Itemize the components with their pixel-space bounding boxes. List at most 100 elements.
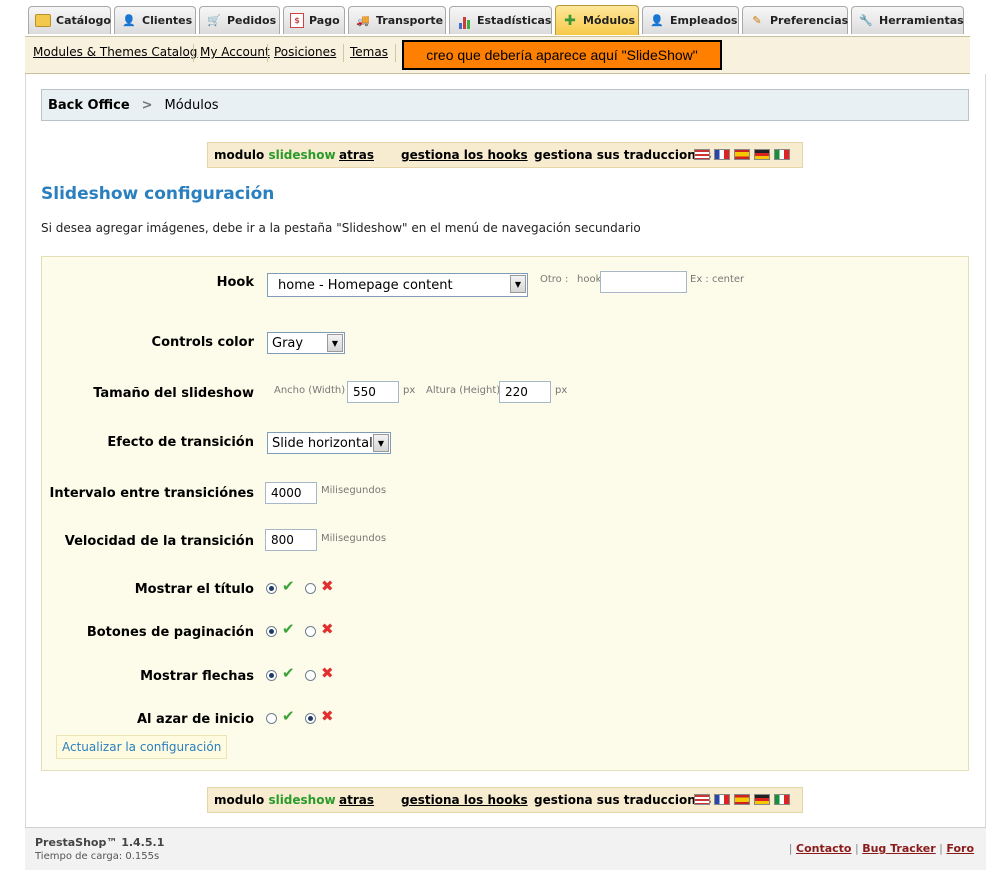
puzzle-icon: ✚	[564, 12, 576, 29]
cross-icon: ✖	[321, 620, 334, 638]
tab-pago[interactable]: $ Pago	[283, 6, 345, 34]
random-yes-radio[interactable]	[266, 713, 277, 724]
tab-label: Empleados	[670, 14, 738, 27]
pagination-label: Botones de paginación	[86, 625, 254, 640]
tab-herramientas[interactable]: 🔧 Herramientas	[851, 6, 964, 34]
manage-hooks-link[interactable]: gestiona los hooks	[401, 793, 528, 807]
height-input[interactable]: 220	[499, 381, 551, 403]
interval-input[interactable]: 4000	[265, 482, 317, 504]
arrows-no-radio[interactable]	[305, 670, 316, 681]
tab-pedidos[interactable]: 🛒 Pedidos	[199, 6, 280, 34]
flag-de-icon[interactable]	[754, 149, 770, 160]
user-icon: 👤	[122, 14, 136, 27]
tab-estadisticas[interactable]: Estadísticas	[449, 6, 552, 34]
width-input[interactable]: 550	[347, 381, 399, 403]
chevron-down-icon: ▼	[327, 334, 343, 352]
width-label: Ancho (Width)	[274, 385, 346, 396]
controls-color-select[interactable]: Gray ▼	[267, 332, 345, 354]
show-title-label: Mostrar el título	[134, 582, 254, 597]
bug-tracker-link[interactable]: Bug Tracker	[862, 842, 936, 855]
flag-us-icon[interactable]	[694, 149, 710, 160]
tab-empleados[interactable]: 👤 Empleados	[642, 6, 739, 34]
main-tab-bar: Catálogo 👤 Clientes 🛒 Pedidos $ Pago 🚚 T…	[0, 0, 1004, 36]
manage-translations-label: gestiona sus traducciones	[534, 793, 712, 807]
back-link[interactable]: atras	[339, 793, 374, 807]
subnav-divider	[193, 44, 194, 62]
show-title-no-radio[interactable]	[305, 583, 316, 594]
sub-navigation: Modules & Themes Catalog My Account Posi…	[25, 36, 970, 74]
toolbar-module-prefix: modulo	[214, 148, 265, 162]
controls-color-label: Controls color	[151, 335, 254, 350]
chevron-down-icon: ▼	[373, 434, 389, 452]
arrows-yes-radio[interactable]	[266, 670, 277, 681]
flag-it-icon[interactable]	[774, 149, 790, 160]
toolbar-module-name: slideshow	[268, 793, 336, 807]
speed-unit: Milisegundos	[321, 533, 387, 544]
tab-clientes[interactable]: 👤 Clientes	[114, 6, 196, 34]
interval-label: Intervalo entre transiciónes	[49, 486, 254, 501]
slideshow-size-label: Tamaño del slideshow	[93, 386, 254, 401]
tab-preferencias[interactable]: ✎ Preferencias	[742, 6, 848, 34]
configuration-form: Hook home - Homepage content ▼ Otro : ho…	[41, 256, 969, 771]
folder-icon	[35, 14, 51, 27]
cross-icon: ✖	[321, 664, 334, 682]
tab-label: Pago	[309, 14, 340, 27]
hook-select[interactable]: home - Homepage content ▼	[267, 273, 528, 297]
height-unit: px	[555, 385, 568, 396]
manage-hooks-link[interactable]: gestiona los hooks	[401, 148, 528, 162]
pagination-no-radio[interactable]	[305, 626, 316, 637]
flag-fr-icon[interactable]	[714, 794, 730, 805]
transition-effect-select[interactable]: Slide horizontal ▼	[267, 432, 391, 454]
random-no-radio[interactable]	[305, 713, 316, 724]
flag-es-icon[interactable]	[734, 149, 750, 160]
cross-icon: ✖	[321, 707, 334, 725]
subnav-divider	[267, 44, 268, 62]
tab-label: Módulos	[583, 14, 636, 27]
flag-it-icon[interactable]	[774, 794, 790, 805]
tab-label: Herramientas	[879, 14, 964, 27]
toolbar-module-title: modulo slideshow	[214, 148, 336, 162]
contact-link[interactable]: Contacto	[796, 842, 851, 855]
wrench-icon: 🔧	[859, 14, 873, 27]
transition-effect-label: Efecto de transición	[107, 435, 254, 450]
show-title-yes-radio[interactable]	[266, 583, 277, 594]
subnav-link-temas[interactable]: Temas	[350, 45, 388, 59]
random-start-label: Al azar de inicio	[137, 712, 254, 727]
tab-label: Clientes	[142, 14, 193, 27]
toolbar-module-title: modulo slideshow	[214, 793, 336, 807]
breadcrumb-root[interactable]: Back Office	[48, 98, 130, 113]
tab-catalogo[interactable]: Catálogo	[28, 6, 111, 34]
flag-fr-icon[interactable]	[714, 149, 730, 160]
flag-de-icon[interactable]	[754, 794, 770, 805]
payment-icon: $	[290, 13, 304, 28]
tab-label: Pedidos	[227, 14, 277, 27]
subnav-link-posiciones[interactable]: Posiciones	[274, 45, 336, 59]
chevron-right-icon: >	[141, 97, 153, 113]
footer-links: | Contacto | Bug Tracker | Foro	[788, 842, 974, 855]
update-configuration-button[interactable]: Actualizar la configuración	[56, 735, 228, 759]
breadcrumb: Back Office > Módulos	[41, 89, 969, 121]
forum-link[interactable]: Foro	[946, 842, 974, 855]
speed-label: Velocidad de la transición	[64, 534, 254, 549]
height-label: Altura (Height)	[426, 385, 501, 396]
transition-effect-value: Slide horizontal	[272, 435, 373, 451]
subnav-link-my-account[interactable]: My Account	[200, 45, 270, 59]
employee-icon: 👤	[650, 14, 664, 27]
hook-select-value: home - Homepage content	[278, 277, 453, 293]
annotation-note: creo que debería aparece aquí "SlideShow…	[402, 40, 722, 70]
page-title: Slideshow configuración	[41, 184, 275, 204]
tab-transporte[interactable]: 🚚 Transporte	[348, 6, 446, 34]
speed-input[interactable]: 800	[265, 529, 317, 551]
breadcrumb-current: Módulos	[164, 97, 219, 113]
other-hook-input[interactable]	[600, 271, 687, 293]
flag-es-icon[interactable]	[734, 794, 750, 805]
pagination-yes-radio[interactable]	[266, 626, 277, 637]
back-link[interactable]: atras	[339, 148, 374, 162]
subnav-link-catalog[interactable]: Modules & Themes Catalog	[33, 45, 197, 59]
page-description: Si desea agregar imágenes, debe ir a la …	[41, 221, 641, 235]
tab-label: Estadísticas	[477, 14, 552, 27]
tab-modulos[interactable]: ✚ Módulos	[555, 5, 639, 35]
flag-us-icon[interactable]	[694, 794, 710, 805]
toolbar-module-name: slideshow	[268, 148, 336, 162]
chart-icon	[456, 13, 472, 29]
